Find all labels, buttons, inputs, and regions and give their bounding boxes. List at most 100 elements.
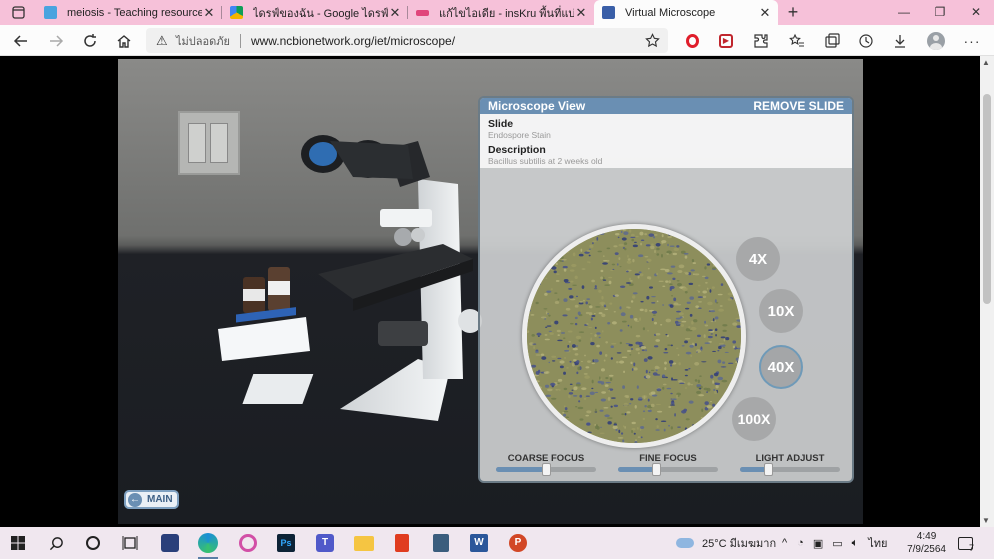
battery-icon[interactable]: ▭: [832, 537, 842, 550]
show-hidden-icon[interactable]: ^: [782, 537, 787, 549]
close-tab-icon[interactable]: ✕: [574, 5, 588, 21]
description-label: Description: [488, 144, 546, 156]
screen: meiosis - Teaching resources ✕ ไดรฟ์ของฉ…: [0, 0, 994, 559]
home-button[interactable]: [113, 30, 135, 52]
restore-icon[interactable]: ❐: [922, 0, 958, 25]
opera-extension-icon[interactable]: [682, 31, 702, 51]
tab-actions-button[interactable]: [0, 0, 36, 25]
word-icon[interactable]: W: [466, 530, 492, 556]
downloads-icon[interactable]: [890, 31, 910, 51]
teams-icon[interactable]: T: [312, 530, 338, 556]
coarse-focus-slider[interactable]: COARSE FOCUS: [496, 453, 596, 476]
scroll-up-icon[interactable]: ▲: [982, 58, 990, 67]
edge-browser-icon[interactable]: [195, 530, 221, 559]
weather-widget[interactable]: 25°C มีเมฆมาก: [676, 527, 776, 559]
close-tab-icon[interactable]: ✕: [758, 5, 772, 21]
tab-title: ไดรฟ์ของฉัน - Google ไดรฟ์: [253, 7, 388, 20]
description-value: Bacillus subtilis at 2 weeks old: [488, 156, 603, 166]
photoshop-icon[interactable]: Ps: [273, 530, 299, 556]
slider-knob[interactable]: [652, 463, 661, 476]
tab-title: meiosis - Teaching resources: [67, 6, 202, 19]
window-controls: — ❐ ✕: [886, 0, 994, 25]
back-arrow-icon: [13, 35, 27, 47]
close-window-icon[interactable]: ✕: [958, 0, 994, 25]
favicon-icon: [602, 6, 615, 19]
search-icon: [49, 536, 63, 550]
profile-avatar-icon[interactable]: [926, 31, 946, 51]
task-view-button[interactable]: [117, 530, 143, 556]
extensions-icon[interactable]: [751, 31, 771, 51]
panel-title: Microscope View: [488, 99, 586, 113]
favorites-icon[interactable]: [787, 31, 807, 51]
windows-taskbar: Ps T W P 25°C มีเมฆมาก ^ ◔ ▣ ▭ 🔈︎ ไทย 4:…: [0, 527, 994, 559]
drive-icon: [230, 6, 243, 19]
slide-info: Slide Endospore Stain Description Bacill…: [480, 114, 852, 168]
light-adjust-slider[interactable]: LIGHT ADJUST: [740, 453, 840, 476]
slider-label: LIGHT ADJUST: [755, 453, 825, 464]
address-bar: ⚠ ไม่ปลอดภัย www.ncbionetwork.org/iet/mi…: [0, 25, 994, 56]
back-arrow-icon: ←: [128, 492, 142, 507]
panel-header: Microscope View REMOVE SLIDE: [480, 98, 852, 114]
snip-tool-icon[interactable]: [235, 530, 261, 556]
media-extension-icon[interactable]: ▶: [716, 31, 736, 51]
main-menu-button[interactable]: ← MAIN: [124, 490, 179, 509]
mag-40x-button[interactable]: 40X: [759, 345, 803, 389]
powerpoint-icon[interactable]: P: [505, 530, 531, 556]
new-tab-button[interactable]: +: [778, 2, 808, 23]
favicon-icon: [416, 9, 429, 16]
tab-actions-icon: [11, 6, 25, 19]
task-view-icon: [122, 536, 138, 550]
collections-icon[interactable]: [822, 31, 842, 51]
network-icon[interactable]: ◔: [797, 537, 804, 549]
scroll-down-icon[interactable]: ▼: [982, 516, 990, 525]
tab-virtual-microscope[interactable]: Virtual Microscope ✕: [594, 0, 778, 25]
forward-button[interactable]: [45, 30, 67, 52]
close-tab-icon[interactable]: ✕: [202, 5, 216, 21]
security-label: ไม่ปลอดภัย: [176, 35, 230, 48]
favorite-star-icon[interactable]: [645, 33, 660, 51]
close-tab-icon[interactable]: ✕: [388, 5, 402, 21]
tab-google-drive[interactable]: ไดรฟ์ของฉัน - Google ไดรฟ์ ✕: [222, 0, 408, 25]
file-explorer-icon[interactable]: [351, 530, 377, 556]
tab-inskru[interactable]: แก้ไขไอเดีย - insKru พื้นที่แบ่งปันไอเดี…: [408, 0, 594, 25]
start-button[interactable]: [5, 530, 31, 556]
cortana-button[interactable]: [80, 530, 106, 556]
mag-4x-button[interactable]: 4X: [736, 237, 780, 281]
url-text: www.ncbionetwork.org/iet/microscope/: [250, 33, 456, 48]
calculator-icon[interactable]: [428, 530, 454, 556]
page-scrollbar[interactable]: ▲ ▼: [980, 56, 994, 527]
more-menu-icon[interactable]: ···: [962, 31, 982, 51]
slider-track[interactable]: [618, 463, 718, 476]
url-field[interactable]: ⚠ ไม่ปลอดภัย www.ncbionetwork.org/iet/mi…: [146, 28, 668, 53]
back-button[interactable]: [10, 30, 32, 52]
clock[interactable]: 4:49 7/9/2564: [907, 530, 946, 556]
mag-10x-button[interactable]: 10X: [759, 289, 803, 333]
history-icon[interactable]: [856, 31, 876, 51]
refresh-button[interactable]: [79, 30, 101, 52]
forward-arrow-icon: [50, 35, 64, 47]
cortana-icon: [86, 536, 100, 550]
slider-track[interactable]: [740, 463, 840, 476]
input-language[interactable]: ไทย: [868, 534, 887, 552]
warning-icon: ⚠: [156, 32, 168, 48]
fine-focus-slider[interactable]: FINE FOCUS: [618, 453, 718, 476]
microscope-viewfield: [522, 224, 746, 448]
office-icon[interactable]: [389, 530, 415, 556]
search-button[interactable]: [43, 530, 69, 556]
scroll-thumb[interactable]: [983, 94, 991, 304]
meet-now-icon[interactable]: ▣: [813, 537, 823, 550]
specimen-image: [527, 229, 741, 443]
volume-icon[interactable]: 🔈︎: [852, 537, 859, 550]
windows-icon: [11, 536, 25, 550]
minimize-icon[interactable]: —: [886, 0, 922, 25]
remove-slide-button[interactable]: REMOVE SLIDE: [753, 99, 844, 113]
slider-label: FINE FOCUS: [639, 453, 697, 464]
slider-knob[interactable]: [764, 463, 773, 476]
tab-meiosis[interactable]: meiosis - Teaching resources ✕: [36, 0, 222, 25]
slider-track[interactable]: [496, 463, 596, 476]
mag-100x-button[interactable]: 100X: [732, 397, 776, 441]
slider-knob[interactable]: [542, 463, 551, 476]
app-icon-dark[interactable]: [157, 530, 183, 556]
clock-date: 7/9/2564: [907, 544, 946, 555]
notification-center[interactable]: 7: [958, 527, 974, 559]
